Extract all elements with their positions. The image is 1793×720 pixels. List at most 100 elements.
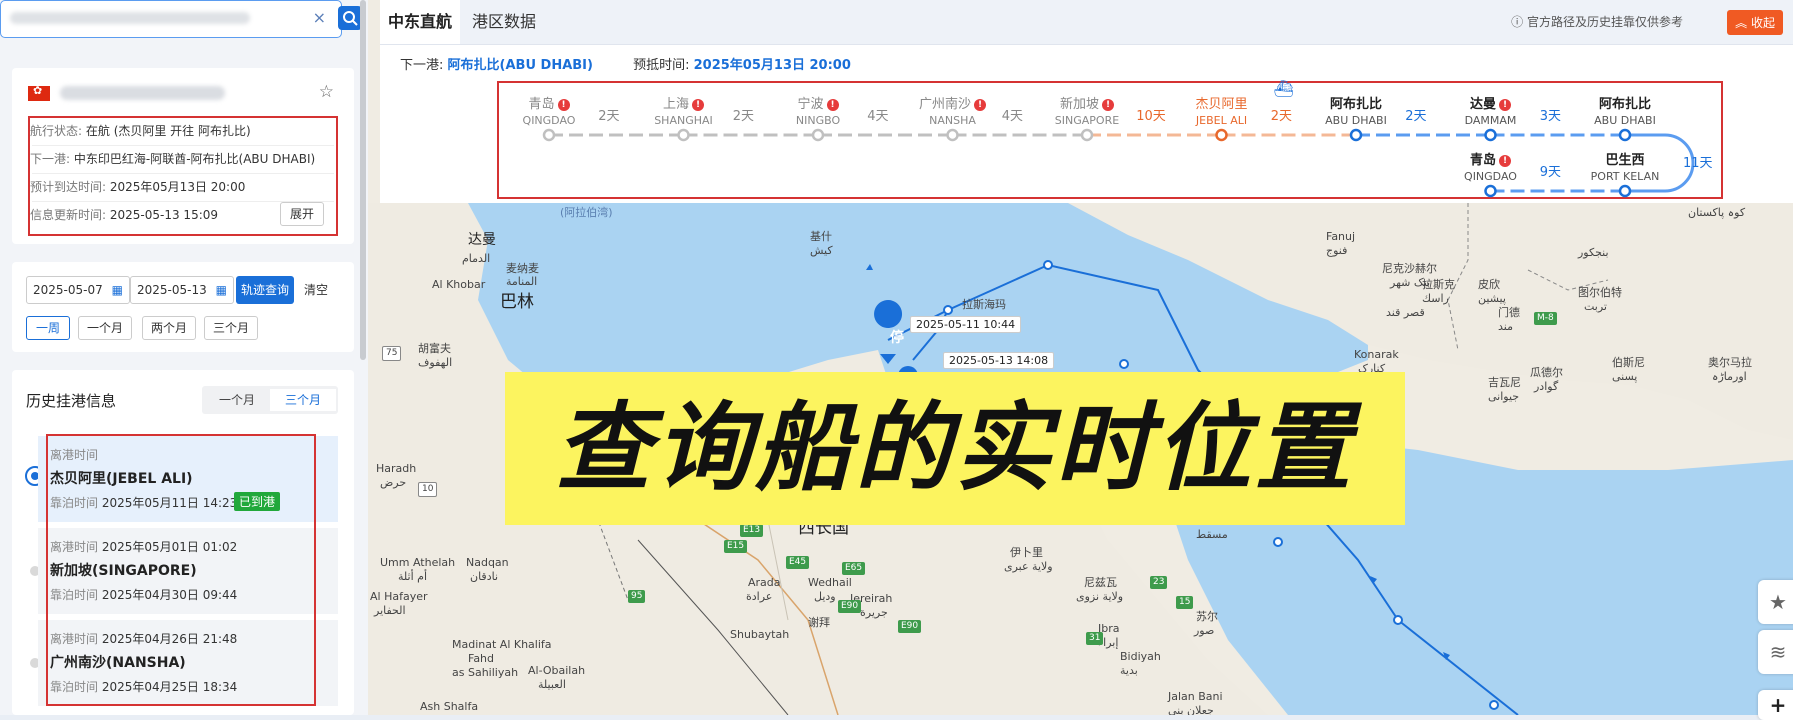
map-label: کوہ پاکستان — [1688, 206, 1746, 219]
map-road-label: 15 — [1176, 596, 1194, 609]
history-three-months[interactable]: 三个月 — [270, 389, 336, 411]
next-port-row: 下一港: 阿布扎比(ABU DHABI) 预抵时间: 2025年05月13日 2… — [400, 58, 851, 73]
favorite-tool-button[interactable]: ★ — [1758, 580, 1793, 624]
map-label: مسقط — [1196, 528, 1228, 541]
vessel-search-box[interactable]: × — [0, 0, 362, 38]
history-one-month[interactable]: 一个月 — [204, 389, 270, 411]
calendar-icon: ▦ — [111, 283, 123, 297]
map-label-bahrain: 巴林 — [500, 292, 534, 312]
collapse-button[interactable]: ︽ 收起 — [1727, 10, 1783, 35]
left-panel-scrollbar[interactable] — [360, 0, 366, 360]
next-port-info: 下一港: 中东印巴红海-阿联酋-阿布扎比(ABU DHABI) — [30, 152, 316, 166]
route-port[interactable]: 新加坡! SINGAPORE — [1032, 93, 1142, 127]
chevron-up-icon: ︽ — [1735, 16, 1748, 30]
map-label: 拉斯克 — [1422, 278, 1455, 291]
map-road-label: E45 — [786, 556, 810, 569]
range-two-months[interactable]: 两个月 — [142, 316, 196, 340]
layers-tool-button[interactable]: ≋ — [1758, 630, 1793, 674]
search-button[interactable] — [338, 6, 362, 30]
next-port-eta: 2025年05月13日 20:00 — [693, 58, 851, 73]
route-port[interactable]: 达曼! DAMMAM — [1436, 93, 1546, 127]
map-label: نادقان — [470, 570, 498, 583]
expand-button[interactable]: 展开 — [280, 202, 324, 226]
map-road-label: 23 — [1150, 576, 1168, 589]
track-query-card: 2025-05-07 ▦ 2025-05-13 ▦ 轨迹查询 清空 一周 一个月 两… — [12, 262, 354, 352]
eta-info: 预计到达时间: 2025年05月13日 20:00 — [30, 180, 246, 194]
promo-banner: 查询船的实时位置 — [505, 372, 1405, 525]
route-port[interactable]: 阿布扎比 ABU DHABI — [1301, 93, 1411, 127]
route-port[interactable]: 广州南沙! NANSHA — [898, 93, 1008, 127]
map-label: فنوج — [1326, 244, 1348, 257]
history-range-toggle: 一个月 三个月 — [202, 386, 338, 414]
route-port[interactable]: 上海! SHANGHAI — [629, 93, 739, 127]
ship-icon: ⛴ — [1273, 79, 1294, 98]
clear-icon[interactable]: × — [313, 8, 326, 27]
map-label: الهفوف — [418, 356, 453, 369]
map-label: Fahd — [468, 652, 495, 665]
map-label: وديل — [814, 590, 836, 603]
favorite-star-icon[interactable]: ☆ — [319, 82, 334, 102]
map-label: مند — [1498, 320, 1513, 333]
route-port[interactable]: 宁波! NINGBO — [763, 93, 873, 127]
map-road-label: 31 — [1086, 632, 1104, 645]
plus-icon: + — [1769, 693, 1787, 717]
warning-icon: ! — [557, 99, 570, 111]
map-label: تربت — [1584, 300, 1607, 313]
range-three-months[interactable]: 三个月 — [204, 316, 258, 340]
tab-port-data[interactable]: 港区数据 — [464, 0, 544, 44]
route-port[interactable]: 青岛! QINGDAO — [1436, 149, 1546, 183]
map-label: كيش — [810, 244, 833, 257]
tab-middle-east-direct[interactable]: 中东直航 — [380, 0, 461, 44]
map-label: Ash Shalfa — [420, 700, 479, 713]
route-port[interactable]: 杰贝阿里 JEBEL ALI — [1167, 93, 1277, 127]
map-label: جیوانی — [1488, 390, 1520, 403]
map-label: گوادر — [1534, 380, 1559, 393]
map-label: الحفاير — [374, 604, 406, 617]
warning-icon: ! — [1499, 155, 1511, 167]
voyage-status: 航行状态: 在航 (杰贝阿里 开往 阿布扎比) — [30, 124, 251, 138]
map-label: 伊卜里 — [1010, 546, 1043, 559]
range-one-month[interactable]: 一个月 — [78, 316, 132, 340]
map-label: 门德 — [1498, 306, 1520, 319]
route-notice: ⓘ 官方路径及历史挂靠仅供参考 — [1511, 15, 1683, 29]
search-icon — [343, 11, 358, 26]
map-label: 谢拜 — [808, 616, 830, 629]
clear-button[interactable]: 清空 — [304, 276, 328, 304]
map-label: 尼克沙赫尔 — [1382, 262, 1437, 275]
map-label: راسك — [1422, 292, 1449, 305]
map-label: Umm Athelah — [380, 556, 456, 569]
stop-marker[interactable]: 停 — [890, 331, 904, 345]
map-label: جعلان بني — [1168, 704, 1214, 715]
start-date-input[interactable]: 2025-05-07 ▦ — [26, 276, 130, 304]
map-road-label: 10 — [418, 482, 438, 497]
track-query-button[interactable]: 轨迹查询 — [236, 276, 294, 304]
map-label: قصر قند — [1386, 306, 1425, 319]
search-input-value[interactable] — [10, 12, 250, 24]
map-road-label: E13 — [740, 524, 764, 537]
map-road-label: E15 — [724, 540, 748, 553]
map-label: Madinat Al Khalifa — [452, 638, 552, 651]
range-one-week[interactable]: 一周 — [26, 316, 70, 340]
map-label-dhahran: 达曼 — [468, 232, 496, 248]
map-label: پیشین — [1478, 292, 1506, 305]
warning-icon: ! — [1102, 99, 1114, 111]
map-label: 尼兹瓦 — [1084, 576, 1117, 589]
map-label: 伯斯尼 — [1612, 356, 1645, 369]
map-label: 苏尔 — [1196, 610, 1218, 623]
zoom-in-button[interactable]: + — [1758, 690, 1793, 720]
route-port[interactable]: 青岛! QINGDAO — [494, 93, 604, 127]
route-tabs: 中东直航 港区数据 ⓘ 官方路径及历史挂靠仅供参考 ︽ 收起 — [380, 0, 1793, 45]
route-port[interactable]: 阿布扎比 ABU DHABI — [1570, 93, 1680, 127]
map-road-label: E90 — [838, 600, 862, 613]
calendar-icon: ▦ — [215, 283, 227, 297]
history-title: 历史挂港信息 — [26, 392, 117, 410]
route-port[interactable]: 巴生西 PORT KELAN — [1570, 149, 1680, 183]
map-label: Fanuj — [1326, 230, 1356, 243]
end-date-input[interactable]: 2025-05-13 ▦ — [130, 276, 234, 304]
warning-icon: ! — [826, 99, 839, 111]
map-label: Al Khobar — [432, 278, 486, 291]
map-road-label: 95 — [628, 590, 646, 603]
map-label: ولاية نزوى — [1076, 590, 1124, 603]
map-label: المنامة — [506, 275, 538, 288]
route-ports: 2天 2天 4天 4天 10天 2天 2天 3天 11天 9天 青岛! QINGDAO 巴生西 PORT … — [494, 79, 1723, 199]
